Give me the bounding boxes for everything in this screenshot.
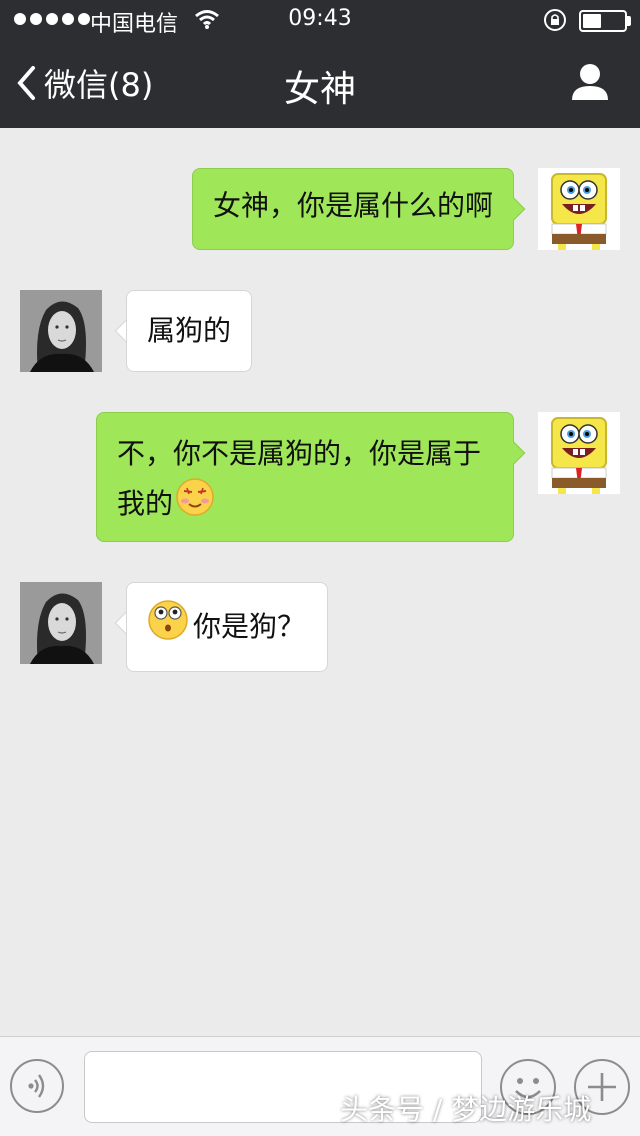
rotation-lock-icon bbox=[543, 8, 567, 38]
message-text: 女神，你是属什么的啊 bbox=[213, 189, 494, 222]
nav-bar: 微信(8) 女神 bbox=[0, 40, 640, 128]
message-bubble-outgoing[interactable]: 不，你不是属狗的，你是属于 我的 bbox=[96, 412, 514, 542]
message-bubble-outgoing[interactable]: 女神，你是属什么的啊 bbox=[192, 168, 514, 250]
status-bar: 中国电信 09:43 bbox=[0, 0, 640, 40]
chat-title: 女神 bbox=[283, 69, 356, 110]
battery-icon bbox=[579, 10, 627, 32]
watermark: 头条号 / 梦边游乐城 bbox=[340, 1093, 592, 1126]
message-text-line: 不，你不是属狗的，你是属于 bbox=[117, 437, 482, 470]
spongebob-avatar[interactable] bbox=[538, 168, 620, 250]
woman-avatar[interactable] bbox=[20, 290, 102, 372]
heart-eyes-emoji bbox=[175, 477, 215, 531]
message-bubble-incoming[interactable]: 你是狗？ bbox=[126, 582, 328, 672]
message-bubble-incoming[interactable]: 属狗的 bbox=[126, 290, 252, 372]
voice-button[interactable] bbox=[10, 1059, 64, 1113]
surprised-emoji bbox=[147, 599, 189, 655]
woman-avatar[interactable] bbox=[20, 582, 102, 664]
voice-icon bbox=[28, 1074, 45, 1098]
message-text: 你是狗？ bbox=[193, 610, 306, 643]
message-text-line: 我的 bbox=[117, 487, 174, 520]
spongebob-avatar[interactable] bbox=[538, 412, 620, 494]
person-icon[interactable] bbox=[570, 62, 610, 106]
header: 中国电信 09:43 微信(8) 女神 bbox=[0, 0, 640, 128]
battery-level bbox=[583, 14, 601, 28]
message-text: 属狗的 bbox=[147, 314, 232, 347]
battery-tip bbox=[627, 16, 631, 26]
